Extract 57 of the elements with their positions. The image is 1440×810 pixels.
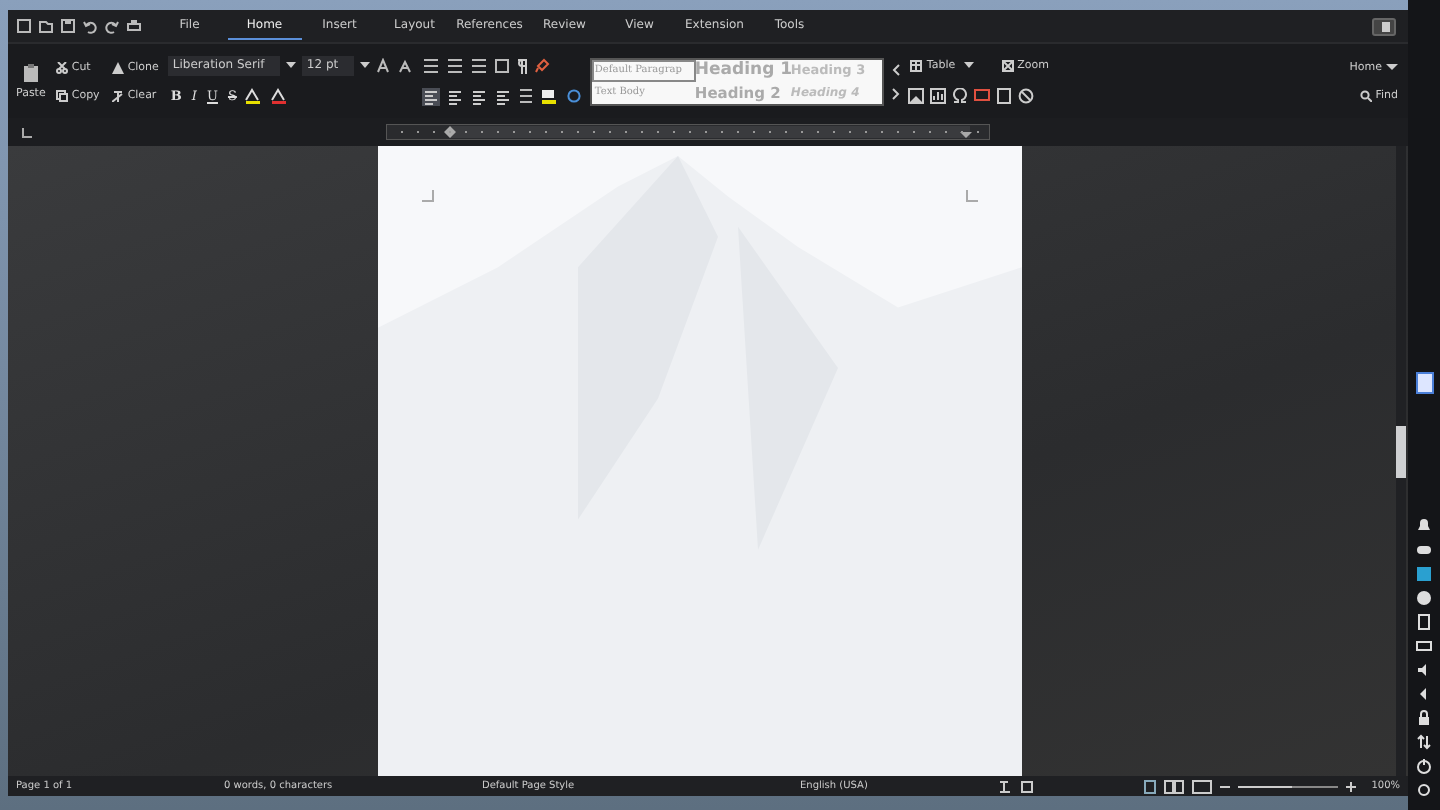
paragraph-mark-icon[interactable] [516, 58, 529, 74]
brush-icon[interactable] [534, 58, 551, 74]
clear-format-icon [111, 89, 124, 101]
lock-icon[interactable] [1416, 710, 1432, 726]
folder-icon[interactable] [38, 18, 54, 34]
spacing-icon[interactable] [518, 88, 535, 104]
omega-icon[interactable] [952, 88, 969, 104]
volume-icon[interactable] [1416, 662, 1432, 678]
document-icon[interactable] [1415, 372, 1433, 394]
scissors-icon [55, 61, 68, 73]
shrink-font-icon[interactable] [398, 58, 415, 74]
bell-icon[interactable] [1416, 518, 1432, 534]
align-icon[interactable] [422, 87, 441, 105]
text-color-icon[interactable] [244, 88, 265, 104]
zoom-icon [1001, 60, 1014, 72]
list-icon[interactable] [422, 58, 441, 74]
font-color-icon[interactable] [270, 88, 291, 104]
corner-mark [422, 190, 434, 202]
chart-icon[interactable] [930, 88, 947, 104]
no-symbol-icon[interactable] [1018, 88, 1035, 104]
vertical-scrollbar[interactable] [1396, 146, 1406, 776]
scroll-left-icon[interactable] [892, 63, 901, 75]
search-icon [1359, 89, 1372, 101]
caret-icon [1386, 63, 1398, 71]
zoom-out-icon[interactable] [1219, 781, 1230, 791]
undo-icon[interactable] [82, 18, 98, 34]
highlight-icon[interactable] [540, 88, 561, 104]
tab-stop-icon[interactable] [22, 127, 32, 137]
zoom-in-icon[interactable] [1345, 781, 1356, 791]
caret-icon[interactable] [1416, 686, 1432, 702]
comment-icon[interactable] [974, 88, 991, 104]
align-icon[interactable] [470, 87, 489, 105]
save-icon[interactable] [60, 18, 76, 34]
book-view-icon[interactable] [1191, 779, 1212, 793]
list-icon[interactable] [446, 58, 465, 74]
dropdown-icon[interactable] [286, 62, 297, 70]
multi-page-view-icon[interactable] [1163, 779, 1184, 793]
image-icon[interactable] [908, 88, 925, 104]
menu-icon[interactable] [1372, 17, 1396, 35]
corner-mark [966, 190, 978, 202]
align-icon[interactable] [494, 87, 513, 105]
grow-font-icon[interactable] [376, 58, 393, 74]
table-icon [910, 60, 923, 72]
print-icon[interactable] [126, 18, 142, 34]
text-cursor-icon[interactable] [998, 779, 1012, 793]
dropdown-icon[interactable] [360, 62, 371, 70]
transfer-icon[interactable] [1416, 734, 1432, 750]
power-icon[interactable] [1416, 758, 1432, 774]
redo-icon[interactable] [104, 18, 120, 34]
copy-icon [55, 89, 68, 101]
triangle-icon [111, 61, 124, 73]
scroll-right-icon[interactable] [892, 87, 901, 99]
dropdown-icon[interactable] [963, 62, 974, 70]
list-icon[interactable] [470, 58, 489, 74]
single-page-view-icon[interactable] [1143, 779, 1156, 793]
align-icon[interactable] [446, 87, 465, 105]
new-document-icon[interactable] [16, 18, 32, 34]
